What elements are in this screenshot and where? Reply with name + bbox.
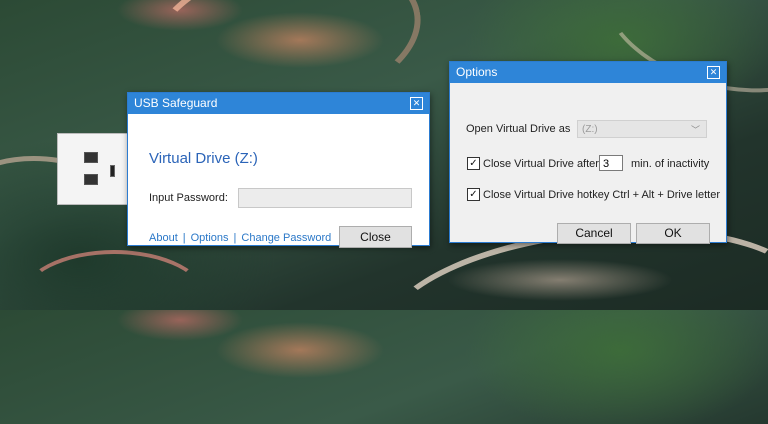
options-link[interactable]: Options bbox=[191, 232, 229, 244]
window-titlebar[interactable]: Options ✕ bbox=[450, 62, 726, 83]
link-separator: | bbox=[182, 232, 186, 244]
usb-plug-icon bbox=[57, 133, 129, 205]
minutes-input[interactable]: 3 bbox=[599, 155, 623, 171]
window-title: USB Safeguard bbox=[134, 96, 218, 110]
checkmark-icon: ✓ bbox=[469, 189, 478, 200]
window-body: Virtual Drive (Z:) Input Password: About… bbox=[128, 114, 429, 248]
hotkey-label: Close Virtual Drive hotkey Ctrl + Alt + … bbox=[483, 189, 720, 201]
usb-safeguard-window: USB Safeguard ✕ Virtual Drive (Z:) Input… bbox=[127, 92, 430, 248]
password-label: Input Password: bbox=[149, 192, 228, 204]
close-icon[interactable]: ✕ bbox=[707, 66, 720, 79]
window-title: Options bbox=[456, 65, 498, 79]
ok-button[interactable]: OK bbox=[636, 223, 710, 244]
usb-pin bbox=[110, 165, 115, 177]
close-after-label: Close Virtual Drive after bbox=[483, 158, 599, 170]
password-input[interactable] bbox=[238, 188, 412, 208]
cancel-button[interactable]: Cancel bbox=[557, 223, 631, 244]
close-button[interactable]: Close bbox=[339, 226, 412, 248]
checkmark-icon: ✓ bbox=[469, 158, 478, 169]
about-link[interactable]: About bbox=[149, 232, 178, 244]
options-window: Options ✕ Open Virtual Drive as (Z:) ﹀ ✓… bbox=[449, 61, 727, 244]
road-light-trail bbox=[20, 250, 208, 348]
change-password-link[interactable]: Change Password bbox=[241, 232, 331, 244]
drive-title: Virtual Drive (Z:) bbox=[149, 150, 258, 167]
inactivity-label: min. of inactivity bbox=[631, 158, 710, 170]
window-titlebar[interactable]: USB Safeguard ✕ bbox=[128, 93, 429, 114]
usb-contact bbox=[84, 152, 98, 163]
drive-letter-value: (Z:) bbox=[582, 124, 598, 135]
open-drive-label: Open Virtual Drive as bbox=[466, 123, 571, 135]
close-icon[interactable]: ✕ bbox=[410, 97, 423, 110]
drive-letter-select[interactable]: (Z:) ﹀ bbox=[577, 120, 707, 138]
close-after-checkbox[interactable]: ✓ bbox=[467, 157, 480, 170]
chevron-down-icon: ﹀ bbox=[690, 125, 700, 135]
window-body: Open Virtual Drive as (Z:) ﹀ ✓ Close Vir… bbox=[450, 83, 726, 244]
usb-contact bbox=[84, 174, 98, 185]
hotkey-checkbox[interactable]: ✓ bbox=[467, 188, 480, 201]
link-separator: | bbox=[233, 232, 237, 244]
footer-links: About | Options | Change Password bbox=[149, 232, 331, 244]
